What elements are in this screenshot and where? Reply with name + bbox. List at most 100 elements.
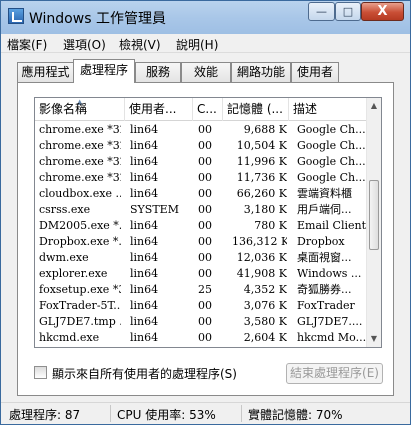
tab-performance[interactable]: 效能	[181, 62, 231, 82]
show-all-users-label[interactable]: 顯示來自所有使用者的處理程序(S)	[52, 365, 237, 382]
status-physical-memory: 實體記憶體: 70%	[248, 408, 343, 422]
scroll-up-icon[interactable]: ▲	[367, 98, 381, 114]
cell-user-name: lin64	[130, 251, 159, 264]
table-row[interactable]: cloudbox.exe ... lin64 00 66,260 K 雲端資料櫃	[35, 186, 368, 202]
cell-description: Google Ch...	[297, 155, 366, 168]
cell-description: Google Ch...	[297, 171, 366, 184]
table-row[interactable]: foxsetup.exe *32 lin64 25 4,352 K 奇狐勝券...	[35, 282, 368, 298]
cell-memory: 11,736 K	[236, 171, 287, 184]
cell-description: hkcmd Mo...	[297, 331, 367, 344]
cell-image-name: dwm.exe	[39, 251, 89, 264]
cell-memory: 41,908 K	[236, 267, 287, 280]
menu-view[interactable]: 檢視(V)	[119, 36, 161, 53]
cell-memory: 3,180 K	[243, 203, 287, 216]
table-row[interactable]: FoxTrader-5T... lin64 00 3,076 K FoxTrader	[35, 298, 368, 314]
cell-cpu: 00	[198, 155, 212, 168]
cell-user-name: lin64	[130, 219, 159, 232]
menu-file[interactable]: 檔案(F)	[7, 36, 47, 53]
cell-memory: 66,260 K	[236, 187, 287, 200]
cell-description: 奇狐勝券...	[297, 283, 352, 296]
show-all-users-checkbox[interactable]	[34, 366, 47, 379]
task-manager-window: Windows 工作管理員 — □ X 檔案(F) 選項(O) 檢視(V) 說明…	[0, 0, 411, 425]
tab-services[interactable]: 服務	[135, 62, 181, 82]
cell-memory: 4,352 K	[243, 283, 287, 296]
scrollbar-thumb[interactable]	[369, 180, 379, 250]
cell-cpu: 00	[198, 315, 212, 328]
cell-cpu: 00	[198, 331, 212, 344]
cell-user-name: lin64	[130, 299, 159, 312]
cell-cpu: 00	[198, 187, 212, 200]
table-row[interactable]: GLJ7DE7.tmp ... lin64 00 3,580 K GLJ7DE7....	[35, 314, 368, 330]
menu-options[interactable]: 選項(O)	[63, 36, 106, 53]
minimize-button[interactable]: —	[308, 2, 335, 21]
column-memory[interactable]: 記憶體 (...	[223, 98, 289, 121]
cell-memory: 780 K	[254, 219, 287, 232]
table-row[interactable]: chrome.exe *32 lin64 00 10,504 K Google Ch..…	[35, 138, 368, 154]
table-row[interactable]: HpqSnap7.exe lin6403 20,344 K HpqSnap...	[35, 346, 368, 347]
cell-cpu: 00	[198, 139, 212, 152]
cell-user-name: lin64	[130, 187, 159, 200]
process-list[interactable]: ▲ 影像名稱 使用者... C... 記憶體 (... 描述 chrome.ex…	[34, 97, 382, 348]
cell-cpu: 00	[198, 299, 212, 312]
column-cpu[interactable]: C...	[193, 98, 223, 121]
status-divider	[110, 405, 111, 422]
cell-description: Google Ch...	[297, 139, 366, 152]
scroll-down-icon[interactable]: ▼	[367, 331, 381, 347]
cell-image-name: chrome.exe *32	[39, 155, 121, 168]
table-row[interactable]: hkcmd.exe lin64 00 2,604 K hkcmd Mo...	[35, 330, 368, 346]
cell-user-name: lin64	[130, 171, 159, 184]
table-row[interactable]: chrome.exe *32 lin64 00 11,996 K Google Ch..…	[35, 154, 368, 170]
cell-user-name: lin64	[130, 331, 159, 344]
tab-users[interactable]: 使用者	[291, 62, 339, 82]
cell-description: HpqSnap...	[297, 346, 367, 347]
cell-image-name: csrss.exe	[39, 203, 91, 216]
column-description[interactable]: 描述	[289, 98, 368, 121]
cell-image-name: DM2005.exe *...	[39, 219, 121, 232]
tab-processes[interactable]: 處理程序	[73, 59, 135, 83]
table-row[interactable]: explorer.exe lin64 00 41,908 K Windows ...	[35, 266, 368, 282]
menu-help[interactable]: 說明(H)	[176, 36, 218, 53]
cell-image-name: HpqSnap7.exe	[39, 346, 121, 347]
maximize-button[interactable]: □	[335, 2, 361, 21]
tab-applications[interactable]: 應用程式	[17, 62, 74, 82]
cell-memory: 3,076 K	[243, 299, 287, 312]
cell-memory: 12,036 K	[236, 251, 287, 264]
cell-description: Google Ch...	[297, 123, 366, 136]
cell-memory: 136,312 K	[232, 235, 287, 248]
close-button[interactable]: X	[361, 2, 404, 21]
table-row[interactable]: chrome.exe *32 lin64 00 11,736 K Google Ch..…	[35, 170, 368, 186]
cell-image-name: Dropbox.exe *...	[39, 235, 121, 248]
cell-description: Email Client	[297, 219, 367, 232]
cell-memory: 10,504 K	[236, 139, 287, 152]
tab-networking[interactable]: 網路功能	[231, 62, 291, 82]
table-row[interactable]: chrome.exe *32 lin64 00 9,688 K Google Ch...	[35, 122, 368, 138]
cell-cpu: 00	[198, 267, 212, 280]
cell-image-name: cloudbox.exe ...	[39, 187, 121, 200]
cell-image-name: FoxTrader-5T...	[39, 299, 121, 312]
status-cpu-usage: CPU 使用率: 53%	[117, 408, 216, 422]
cell-cpu: 00	[198, 219, 212, 232]
status-divider	[241, 405, 242, 422]
list-header: ▲ 影像名稱 使用者... C... 記憶體 (... 描述	[35, 98, 368, 121]
cell-user-name: lin64	[130, 315, 159, 328]
cell-user-name: lin64	[130, 283, 159, 296]
cell-user-name: lin64	[130, 267, 159, 280]
cell-user-name: lin64	[130, 235, 159, 248]
column-user-name[interactable]: 使用者...	[125, 98, 193, 121]
end-process-button[interactable]: 結束處理程序(E)	[286, 363, 383, 384]
window-title: Windows 工作管理員	[29, 11, 166, 27]
table-row[interactable]: dwm.exe lin64 00 12,036 K 桌面視窗...	[35, 250, 368, 266]
cell-cpu: 00	[198, 203, 212, 216]
cell-description: Dropbox	[297, 235, 345, 248]
table-row[interactable]: DM2005.exe *... lin64 00 780 K Email Client	[35, 218, 368, 234]
cell-user-name: lin64	[130, 346, 198, 347]
cell-image-name: GLJ7DE7.tmp ...	[39, 315, 121, 328]
cell-cpu: 00	[198, 171, 212, 184]
table-row[interactable]: csrss.exe SYSTEM 00 3,180 K 用戶端伺...	[35, 202, 368, 218]
column-image-name[interactable]: 影像名稱	[35, 98, 125, 121]
table-row[interactable]: Dropbox.exe *... lin64 00 136,312 K Dropbox	[35, 234, 368, 250]
cell-image-name: explorer.exe	[39, 267, 108, 280]
cell-memory: 3,580 K	[243, 315, 287, 328]
title-bar[interactable]: Windows 工作管理員 — □ X	[1, 1, 410, 34]
vertical-scrollbar[interactable]: ▲ ▼	[366, 98, 381, 347]
